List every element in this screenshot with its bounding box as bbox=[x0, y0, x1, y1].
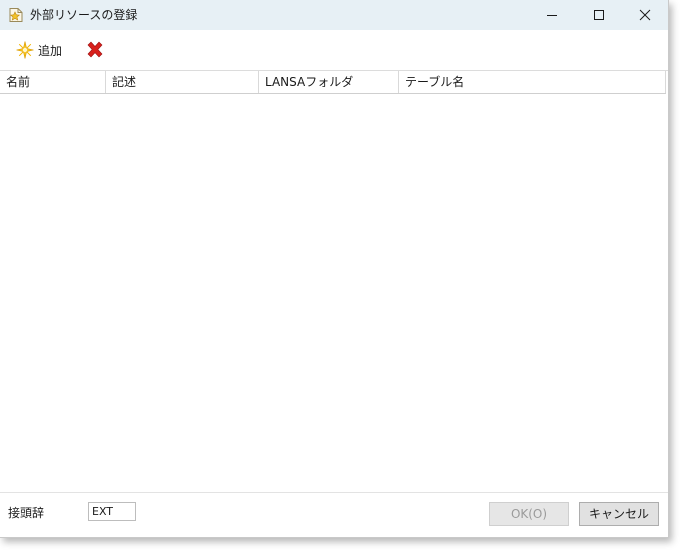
maximize-button[interactable] bbox=[576, 0, 622, 30]
delete-button[interactable] bbox=[84, 39, 106, 61]
add-button-label: 追加 bbox=[38, 43, 63, 58]
column-header-name[interactable]: 名前 bbox=[0, 71, 106, 93]
title-bar[interactable]: 外部リソースの登録 bbox=[0, 0, 668, 30]
window-title: 外部リソースの登録 bbox=[30, 8, 138, 22]
close-button[interactable] bbox=[622, 0, 668, 30]
minimize-icon bbox=[547, 15, 557, 16]
grid-header: 名前 記述 LANSAフォルダ テーブル名 bbox=[0, 71, 666, 94]
ok-button[interactable]: OK(O) bbox=[489, 502, 569, 526]
red-x-delete-icon bbox=[87, 41, 103, 58]
dialog-footer: 接頭辞 OK(O) キャンセル bbox=[0, 492, 668, 537]
sparkle-add-icon bbox=[16, 41, 34, 59]
resource-grid[interactable]: 名前 記述 LANSAフォルダ テーブル名 bbox=[0, 70, 668, 493]
close-icon bbox=[639, 9, 651, 21]
prefix-input[interactable] bbox=[88, 502, 136, 521]
add-button[interactable]: 追加 bbox=[12, 38, 66, 62]
toolbar: 追加 bbox=[0, 30, 668, 70]
column-header-lansa-folder[interactable]: LANSAフォルダ bbox=[259, 71, 399, 93]
star-document-icon bbox=[8, 7, 24, 23]
grid-body-empty[interactable] bbox=[0, 94, 666, 492]
dialog-window: 外部リソースの登録 追加 名前 記述 LANSAフォルダ テーブル名 接頭辞 E… bbox=[0, 0, 669, 538]
cancel-button[interactable]: キャンセル bbox=[579, 502, 659, 526]
prefix-label: 接頭辞 bbox=[8, 506, 45, 520]
minimize-button[interactable] bbox=[529, 0, 575, 30]
column-header-description[interactable]: 記述 bbox=[106, 71, 259, 93]
column-header-table-name[interactable]: テーブル名 bbox=[399, 71, 666, 93]
maximize-icon bbox=[594, 10, 604, 20]
